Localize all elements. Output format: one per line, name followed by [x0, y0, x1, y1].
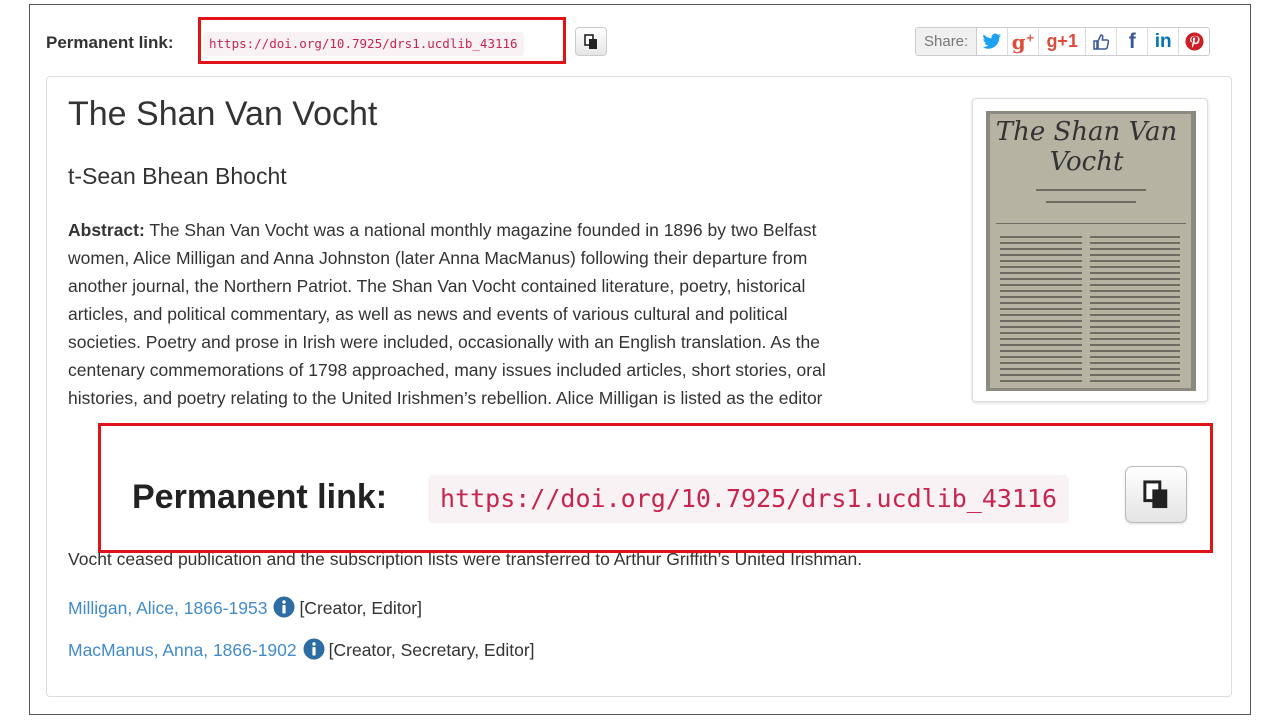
pinterest-share-button[interactable] [1179, 28, 1209, 55]
google-plus-one-icon: g+1 [1046, 31, 1078, 51]
linkedin-share-button[interactable]: in [1148, 28, 1180, 55]
copy-link-button[interactable] [575, 27, 607, 56]
copy-icon [1143, 480, 1168, 509]
callout-permanent-link-url[interactable]: https://doi.org/10.7925/drs1.ucdlib_4311… [428, 475, 1070, 523]
abstract-line: centenary commemorations of 1798 approac… [68, 360, 826, 380]
creator-roles: [Creator, Secretary, Editor] [328, 640, 535, 660]
creator-roles: [Creator, Editor] [299, 598, 422, 618]
abstract: Abstract: The Shan Van Vocht was a natio… [68, 216, 1218, 412]
twitter-share-button[interactable] [977, 28, 1009, 55]
abstract-line: articles, and political commentary, as w… [68, 304, 788, 324]
abstract-label: Abstract: [68, 220, 145, 240]
abstract-line: women, Alice Milligan and Anna Johnston … [68, 248, 808, 268]
cover-rule [1046, 201, 1136, 203]
abstract-line: societies. Poetry and prose in Irish wer… [68, 332, 820, 352]
google-plus-icon: g+ [1011, 29, 1035, 54]
linkedin-icon: in [1154, 30, 1172, 52]
record-subtitle: t-Sean Bhean Bhocht [68, 163, 287, 189]
record-title: The Shan Van Vocht [68, 95, 378, 133]
google-plus-share-button[interactable]: g+ [1008, 28, 1040, 55]
creator-link[interactable]: MacManus, Anna, 1866-1902 [68, 640, 297, 660]
thumbs-up-icon [1093, 33, 1110, 50]
creator-link[interactable]: Milligan, Alice, 1866-1953 [68, 598, 267, 618]
google-plus-one-button[interactable]: g+1 [1039, 28, 1087, 55]
callout-copy-link-button[interactable] [1125, 466, 1187, 523]
share-bar: Share: g+ g+1 f in [915, 27, 1211, 56]
like-share-button[interactable] [1086, 28, 1118, 55]
share-label: Share: [916, 28, 978, 55]
copy-icon [584, 34, 597, 49]
abstract-line: The Shan Van Vocht was a national monthl… [144, 220, 817, 240]
facebook-icon: f [1128, 29, 1136, 53]
permanent-link-url[interactable]: https://doi.org/10.7925/drs1.ucdlib_4311… [203, 32, 524, 56]
abstract-line: another journal, the Northern Patriot. T… [68, 276, 806, 296]
info-icon[interactable] [303, 638, 325, 660]
permanent-link-label: Permanent link: [46, 33, 174, 52]
pinterest-icon [1185, 32, 1204, 51]
abstract-line: histories, and poetry relating to the Un… [68, 388, 823, 408]
info-icon[interactable] [273, 596, 295, 618]
abstract-lines: Abstract: The Shan Van Vocht was a natio… [68, 216, 948, 412]
twitter-icon [982, 33, 1002, 49]
cover-rule [1036, 189, 1146, 191]
facebook-share-button[interactable]: f [1117, 28, 1149, 55]
creator-row: Milligan, Alice, 1866-1953 [Creator, Edit… [68, 596, 422, 619]
creator-row: MacManus, Anna, 1866-1902 [Creator, Secre… [68, 638, 535, 661]
callout-permanent-link-label: Permanent link: [132, 478, 388, 516]
cover-masthead: The Shan Van Vocht [995, 117, 1178, 177]
